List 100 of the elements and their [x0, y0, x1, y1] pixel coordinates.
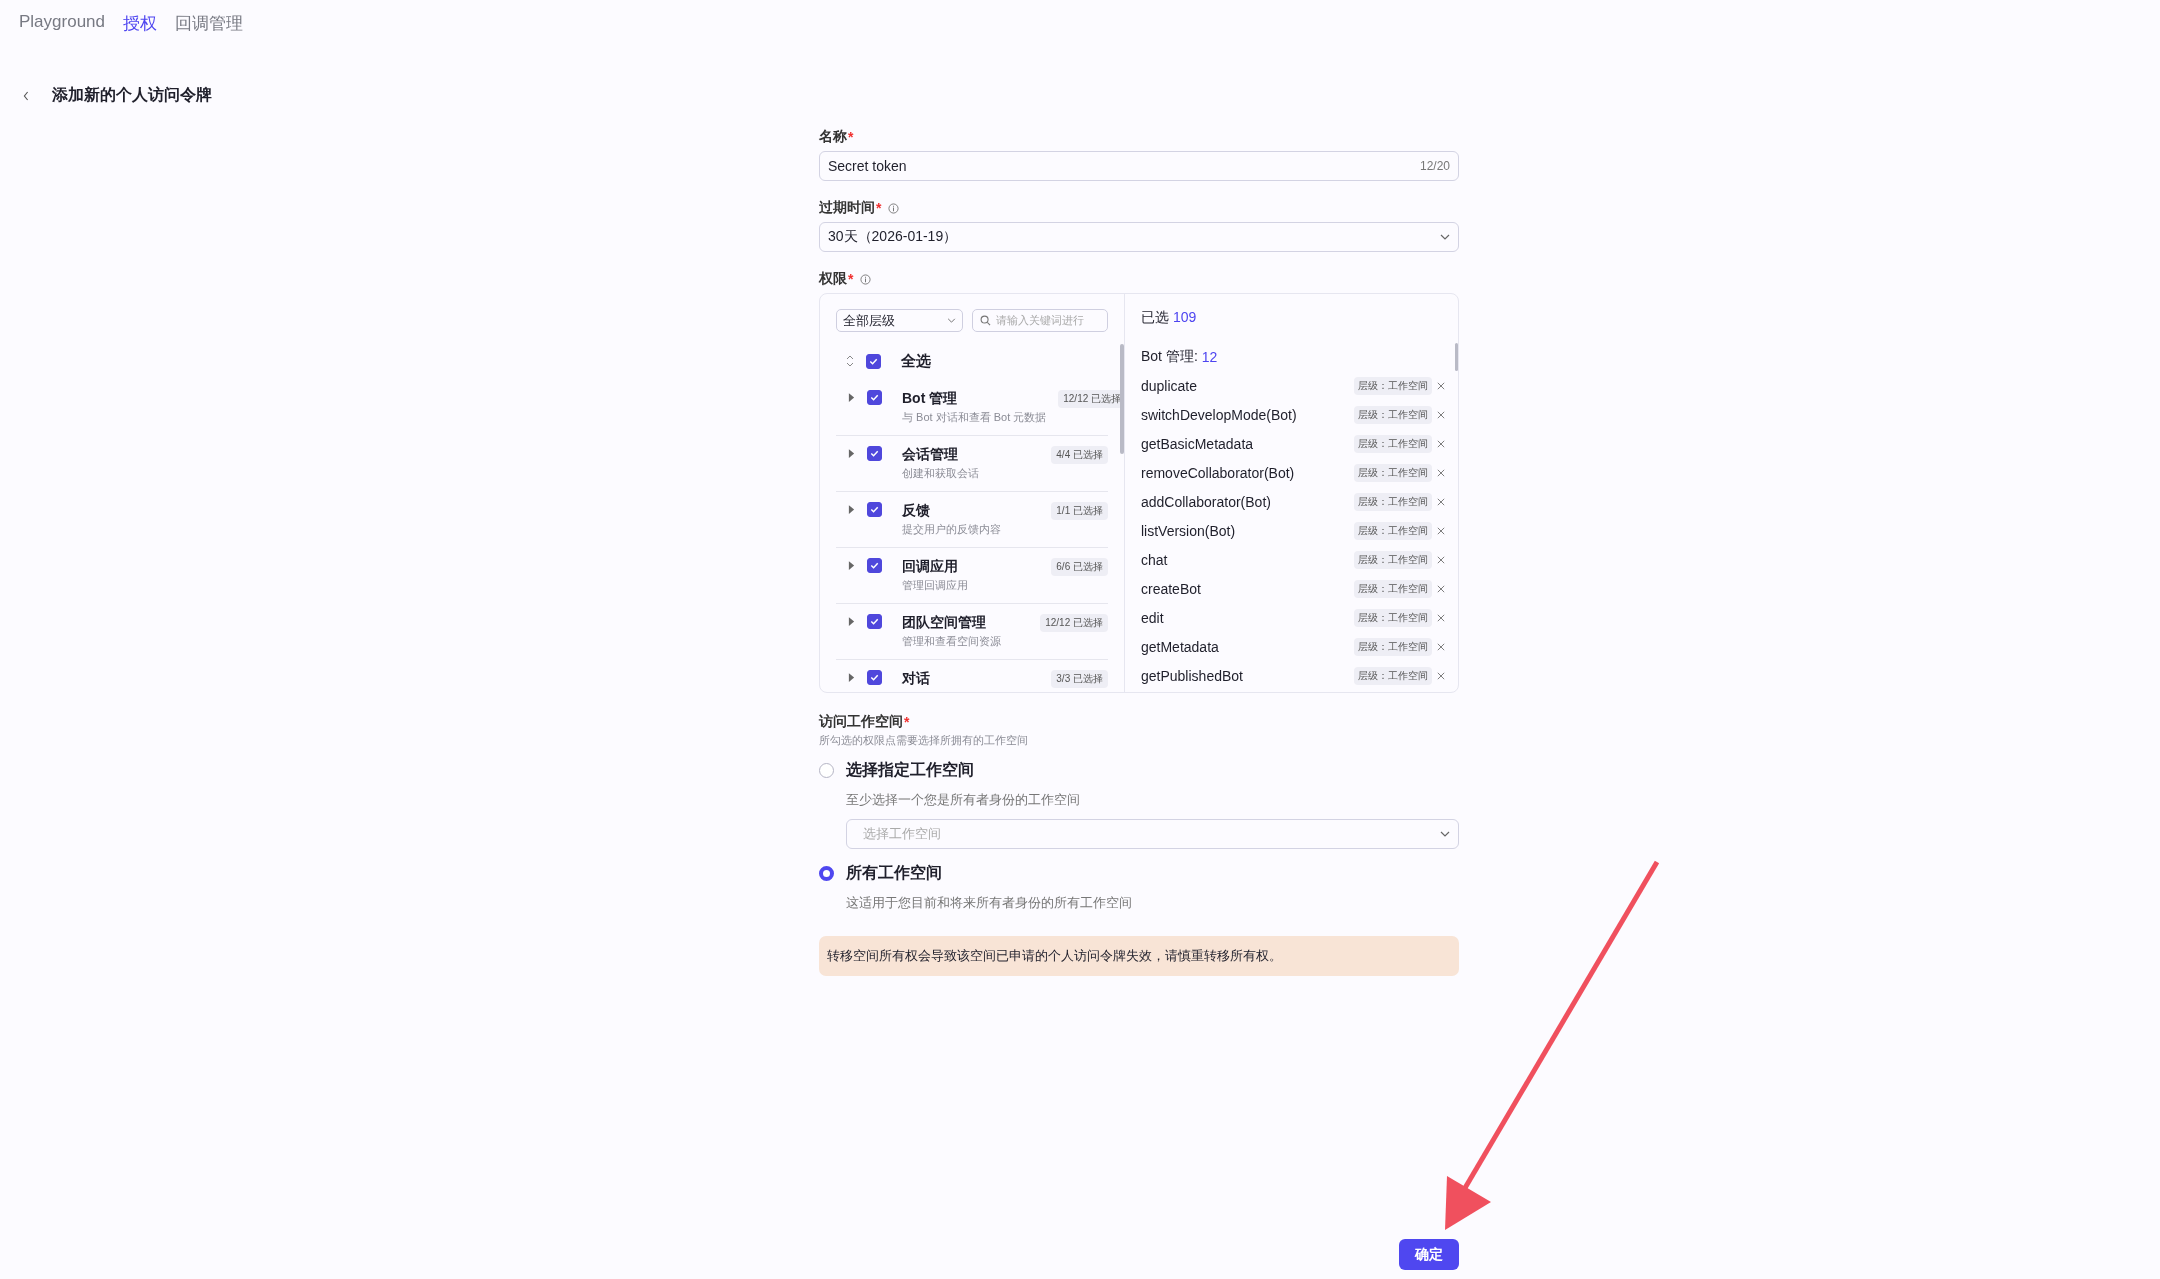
- expand-icon[interactable]: [848, 449, 855, 458]
- group-description: 管理回调应用: [902, 578, 969, 593]
- group-name: 团队空间管理: [902, 614, 987, 632]
- close-icon[interactable]: [1437, 642, 1445, 651]
- checkbox[interactable]: [866, 353, 881, 369]
- permission-name: addCollaborator(Bot): [1141, 493, 1272, 510]
- level-tag: 层级：工作空间: [1354, 376, 1432, 395]
- permission-name: removeCollaborator(Bot): [1141, 464, 1296, 481]
- close-icon[interactable]: [1437, 497, 1445, 506]
- expiry-select[interactable]: 30天（2026-01-19）: [819, 222, 1459, 252]
- expand-icon[interactable]: [848, 617, 855, 626]
- scrollbar[interactable]: [1120, 344, 1124, 454]
- group-name: 反馈: [902, 502, 931, 520]
- scrollbar[interactable]: [1455, 343, 1458, 371]
- select-all-label: 全选: [901, 351, 931, 371]
- required-mark: *: [848, 271, 854, 287]
- selected-count-tag: 6/6 已选择: [1051, 558, 1108, 576]
- check-icon: [869, 616, 880, 627]
- expand-icon[interactable]: [848, 673, 855, 682]
- permission-name: getPublishedBot: [1141, 667, 1244, 684]
- close-icon[interactable]: [1437, 410, 1445, 419]
- group-name: 回调应用: [902, 558, 959, 576]
- close-icon[interactable]: [1437, 613, 1445, 622]
- checkbox[interactable]: [867, 390, 882, 405]
- check-icon: [869, 392, 880, 403]
- check-icon: [869, 504, 880, 515]
- group-description: 管理和查看空间资源: [902, 634, 1002, 649]
- field-label: 名称: [819, 128, 847, 146]
- required-mark: *: [876, 200, 882, 216]
- expand-collapse-icon[interactable]: [846, 355, 854, 367]
- checkbox[interactable]: [867, 502, 882, 517]
- checkbox[interactable]: [867, 446, 882, 461]
- character-counter: 12/20: [1419, 159, 1450, 173]
- permission-name: switchDevelopMode(Bot): [1141, 406, 1298, 423]
- permission-name: edit: [1141, 609, 1165, 626]
- info-icon[interactable]: [860, 273, 872, 285]
- section-label: Bot 管理:: [1141, 348, 1198, 366]
- expand-icon[interactable]: [848, 561, 855, 570]
- chevron-down-icon: [1440, 831, 1450, 837]
- close-icon[interactable]: [1437, 584, 1445, 593]
- radio-button[interactable]: [819, 763, 834, 778]
- permission-name: getBasicMetadata: [1141, 435, 1255, 452]
- field-hint: 所勾选的权限点需要选择所拥有的工作空间: [819, 733, 1029, 748]
- expand-icon[interactable]: [848, 393, 855, 402]
- selected-label: 已选: [1141, 309, 1169, 327]
- page-title: 添加新的个人访问令牌: [52, 85, 212, 105]
- level-tag: 层级：工作空间: [1354, 405, 1432, 424]
- checkbox[interactable]: [867, 614, 882, 629]
- group-name: Bot 管理: [902, 390, 959, 408]
- nav-link[interactable]: 回调管理: [175, 12, 243, 35]
- level-tag: 层级：工作空间: [1354, 579, 1432, 598]
- selected-count-tag: 12/12 已选择: [1040, 614, 1108, 632]
- permission-name: listVersion(Bot): [1141, 522, 1237, 539]
- group-description: 与 Bot 对话和查看 Bot 元数据: [902, 410, 1047, 425]
- permission-name: duplicate: [1141, 377, 1199, 394]
- option-label: 选择指定工作空间: [846, 760, 974, 780]
- level-tag: 层级：工作空间: [1354, 666, 1432, 685]
- nav-link[interactable]: 授权: [123, 12, 157, 35]
- checkbox[interactable]: [867, 558, 882, 573]
- level-tag: 层级：工作空间: [1354, 492, 1432, 511]
- name-input[interactable]: Secret token 12/20: [819, 151, 1459, 181]
- close-icon[interactable]: [1437, 381, 1445, 390]
- group-name: 对话: [902, 670, 931, 688]
- close-icon[interactable]: [1437, 468, 1445, 477]
- field-label: 访问工作空间: [819, 713, 903, 731]
- level-tag: 层级：工作空间: [1354, 521, 1432, 540]
- close-icon[interactable]: [1437, 526, 1445, 535]
- level-tag: 层级：工作空间: [1354, 463, 1432, 482]
- confirm-button[interactable]: 确定: [1399, 1239, 1459, 1270]
- field-label: 权限: [819, 270, 847, 288]
- chevron-down-icon: [947, 318, 956, 323]
- level-select[interactable]: 全部层级: [836, 309, 963, 332]
- selected-count-tag: 4/4 已选择: [1051, 446, 1108, 464]
- close-icon[interactable]: [1437, 671, 1445, 680]
- nav-link[interactable]: Playground: [19, 12, 105, 35]
- check-icon: [869, 560, 880, 571]
- selected-count-tag: 3/3 已选择: [1051, 670, 1108, 688]
- warning-banner: 转移空间所有权会导致该空间已申请的个人访问令牌失效，请慎重转移所有权。: [819, 936, 1459, 976]
- level-tag: 层级：工作空间: [1354, 550, 1432, 569]
- close-icon[interactable]: [1437, 555, 1445, 564]
- permission-name: createBot: [1141, 580, 1202, 597]
- check-icon: [869, 672, 880, 683]
- level-tag: 层级：工作空间: [1354, 608, 1432, 627]
- option-description: 这适用于您目前和将来所有者身份的所有工作空间: [846, 894, 1133, 912]
- checkbox[interactable]: [867, 670, 882, 685]
- required-mark: *: [904, 714, 910, 730]
- radio-button[interactable]: [819, 866, 834, 881]
- group-description: 创建和获取会话: [902, 466, 980, 481]
- group-name: 会话管理: [902, 446, 959, 464]
- permission-name: chat: [1141, 551, 1169, 568]
- selected-count-tag: 1/1 已选择: [1051, 502, 1108, 520]
- search-icon: [980, 315, 991, 326]
- required-mark: *: [848, 129, 854, 145]
- info-icon[interactable]: [888, 202, 900, 214]
- close-icon[interactable]: [1437, 439, 1445, 448]
- back-icon[interactable]: [22, 89, 30, 102]
- option-description: 至少选择一个您是所有者身份的工作空间: [846, 791, 1081, 809]
- chevron-down-icon: [1440, 234, 1450, 240]
- level-tag: 层级：工作空间: [1354, 637, 1432, 656]
- expand-icon[interactable]: [848, 505, 855, 514]
